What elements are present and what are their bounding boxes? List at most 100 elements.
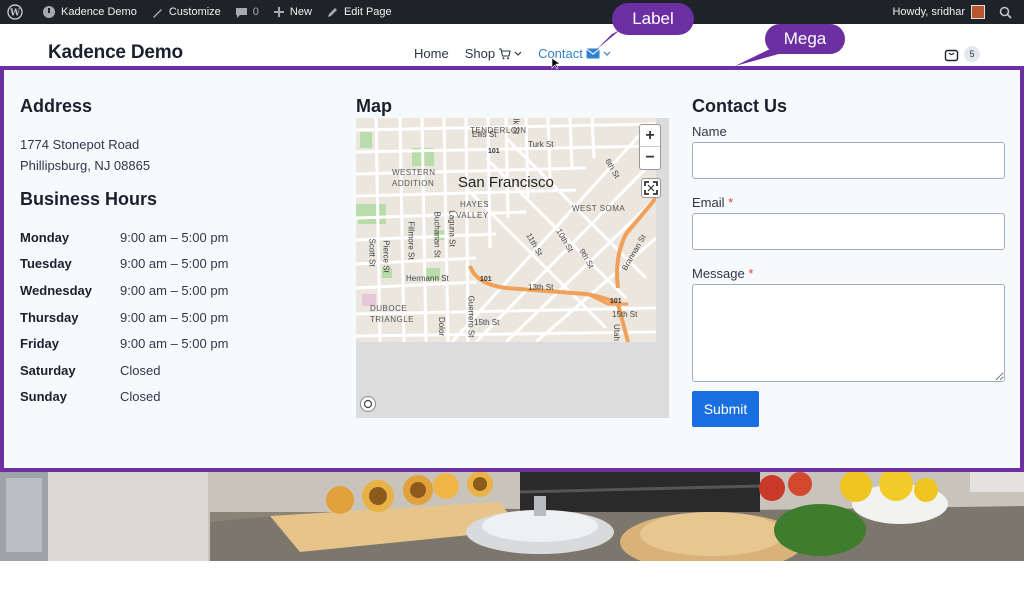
comment-icon <box>235 7 247 18</box>
hours-row: Friday 9:00 am – 5:00 pm <box>20 330 300 357</box>
map-label-15th-a: 15th St <box>474 318 500 327</box>
map-label-buchanan: Buchanan St <box>432 211 442 258</box>
hours-time: 9:00 am – 5:00 pm <box>120 229 229 245</box>
email-field-label: Email * <box>692 195 733 210</box>
hours-day: Tuesday <box>20 256 72 272</box>
map-label-hwy-101-a: 101 <box>488 148 500 155</box>
map-tiles[interactable]: TENDERLOIN Ellis St Turk St 101 WESTERN … <box>356 118 658 344</box>
hours-day: Monday <box>20 229 70 245</box>
name-field[interactable] <box>692 142 1005 179</box>
hours-time: 9:00 am – 5:00 pm <box>120 256 229 272</box>
email-label-text: Email <box>692 195 725 210</box>
hours-time: Closed <box>120 389 161 405</box>
shopping-bag-icon <box>944 49 959 61</box>
adminbar-search-icon[interactable] <box>992 0 1024 24</box>
nav-item-shop-label: Shop <box>464 46 496 61</box>
map-label-west-soma: WEST SOMA <box>572 204 626 213</box>
submit-button[interactable]: Submit <box>692 391 759 427</box>
chevron-down-icon <box>514 51 522 56</box>
envelope-icon <box>586 48 600 59</box>
address-line-2: Phillipsburg, NJ 08865 <box>20 158 151 173</box>
nav-item-shop[interactable]: Shop <box>465 46 522 61</box>
map-label-addition: ADDITION <box>392 179 435 188</box>
page-footer-space <box>0 561 1024 597</box>
hours-day: Sunday <box>20 389 67 405</box>
map-attribution-icon[interactable] <box>360 396 376 412</box>
cart-count-badge: 5 <box>964 46 980 62</box>
adminbar-edit-page[interactable]: Edit Page <box>319 0 399 24</box>
email-field[interactable] <box>692 213 1005 250</box>
map-label-valley: VALLEY <box>456 211 489 220</box>
map-label-utah: Utah <box>611 324 621 341</box>
adminbar-account[interactable]: Howdy, sridhar <box>885 0 992 24</box>
business-hours-heading: Business Hours <box>20 189 158 209</box>
message-label-text: Message <box>692 266 745 281</box>
adminbar-customize[interactable]: Customize <box>144 0 228 24</box>
brush-icon <box>152 8 162 18</box>
cart-icon <box>499 47 511 59</box>
page-root: W Kadence Demo Customize 0 New Edit Page… <box>0 0 1024 597</box>
map-fullscreen-icon[interactable] <box>641 178 661 198</box>
business-hours-table: Monday 9:00 am – 5:00 pm Tuesday 9:00 am –… <box>20 224 300 410</box>
address-line-1: 1774 Stonepot Road <box>20 137 140 152</box>
map-zoom-out-button[interactable]: − <box>640 147 660 169</box>
site-header: Kadence Demo Home Shop Contact 5 <box>0 24 1024 68</box>
nav-item-home-label: Home <box>414 46 449 61</box>
map-label-turk: Turk St <box>528 140 554 149</box>
primary-nav: Home Shop Contact <box>414 46 627 61</box>
hours-day: Thursday <box>20 309 79 325</box>
name-label-text: Name <box>692 124 727 139</box>
hours-row: Thursday 9:00 am – 5:00 pm <box>20 304 300 331</box>
required-marker: * <box>748 266 754 281</box>
map-label-western: WESTERN <box>392 168 436 177</box>
hours-time: 9:00 am – 5:00 pm <box>120 282 229 298</box>
dashboard-icon <box>43 6 55 18</box>
map-label-fillmore: Fillmore St <box>406 221 416 260</box>
adminbar-comments[interactable]: 0 <box>228 0 266 24</box>
map-zoom-in-button[interactable]: + <box>640 125 660 147</box>
hours-day: Saturday <box>20 362 76 378</box>
site-title[interactable]: Kadence Demo <box>48 42 183 64</box>
mega-menu-panel: Address 1774 Stonepot Road Phillipsburg,… <box>0 66 1024 472</box>
map-label-triangle: TRIANGLE <box>370 315 415 324</box>
adminbar-comments-count: 0 <box>252 6 259 18</box>
wp-logo-icon[interactable]: W <box>0 0 35 24</box>
adminbar-site-name[interactable]: Kadence Demo <box>35 0 144 24</box>
map-label-city: San Francisco <box>458 174 554 191</box>
map-embed[interactable]: TENDERLOIN Ellis St Turk St 101 WESTERN … <box>356 118 669 418</box>
contact-heading: Contact Us <box>692 96 788 116</box>
hours-day: Friday <box>20 336 60 352</box>
pencil-icon <box>327 7 337 17</box>
header-cart[interactable]: 5 <box>944 46 980 62</box>
map-label-hayes: HAYES <box>460 200 490 209</box>
map-label-pierce: Pierce St <box>381 240 391 273</box>
hours-time: 9:00 am – 5:00 pm <box>120 309 229 325</box>
adminbar-edit-page-label: Edit Page <box>343 6 392 18</box>
map-label-scott: Scott St <box>367 238 377 267</box>
map-label-15th-b: 15th St <box>612 310 638 319</box>
hours-row: Monday 9:00 am – 5:00 pm <box>20 224 300 251</box>
callout-mega-bubble: Mega <box>765 24 845 54</box>
message-field[interactable] <box>692 284 1005 382</box>
nav-item-home[interactable]: Home <box>414 46 449 61</box>
hours-row: Sunday Closed <box>20 384 300 411</box>
svg-text:W: W <box>9 9 21 19</box>
address-heading: Address <box>20 96 93 116</box>
adminbar-site-name-label: Kadence Demo <box>61 6 137 18</box>
map-label-hwy-101-b: 101 <box>480 276 492 283</box>
wp-admin-bar: W Kadence Demo Customize 0 New Edit Page… <box>0 0 1024 24</box>
hours-day: Wednesday <box>20 282 93 298</box>
adminbar-customize-label: Customize <box>168 6 221 18</box>
map-label-13th: 13th St <box>528 283 554 292</box>
callout-label-bubble: Label <box>612 3 694 35</box>
kitchen-scene-illustration <box>0 472 1024 561</box>
map-label-guerrero: Guerrero St <box>466 295 476 338</box>
map-label-duboce: DUBOCE <box>370 304 408 313</box>
adminbar-greeting: Howdy, sridhar <box>892 6 965 18</box>
hours-row: Tuesday 9:00 am – 5:00 pm <box>20 251 300 278</box>
map-label-polk: lk St <box>511 118 521 135</box>
nav-item-contact[interactable]: Contact <box>538 46 611 61</box>
adminbar-new[interactable]: New <box>266 0 319 24</box>
chevron-down-icon <box>603 51 611 56</box>
map-label-hermann: Hermann St <box>406 274 449 283</box>
